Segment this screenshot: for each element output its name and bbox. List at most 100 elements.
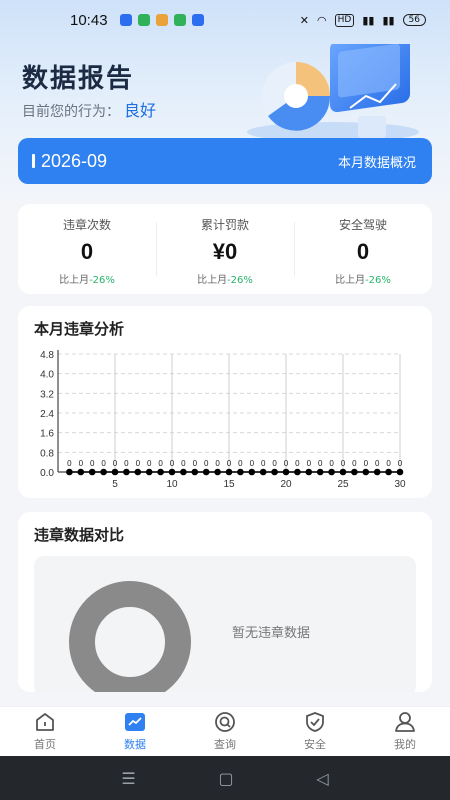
data-point [100,468,107,476]
status-bar: 10:43 ✕ ◠ HD ▮▮ ▮▮ 56 [0,0,450,40]
data-point [305,468,313,476]
data-point [66,468,73,476]
data-point [88,468,96,476]
x-tick-label: 15 [223,479,235,490]
menu-icon[interactable]: ☰ [121,769,135,788]
shield-check-icon [306,712,324,732]
data-label: 0 [170,459,175,468]
stat-label: 违章次数 [62,218,111,232]
data-point [351,468,358,476]
data-point [237,468,244,476]
data-label: 0 [352,459,357,468]
page-title: 数据报告 [22,64,135,94]
bottom-navigation: 首页 数据 查询 安全 我的 [0,706,450,756]
data-point [202,468,210,476]
y-tick-label: 1.6 [40,429,54,440]
data-label: 0 [250,459,255,468]
mute-icon: ✕ [299,13,310,27]
app-notification-icon [191,14,204,26]
data-label: 0 [158,459,163,468]
nav-item-safety[interactable]: 安全 [270,707,360,756]
behavior-value: 良好 [124,101,157,120]
data-label: 0 [295,459,300,468]
y-tick-label: 4.0 [40,370,54,381]
stat-value: 0 [80,239,94,264]
data-label: 0 [181,459,186,468]
nav-item-query[interactable]: 查询 [180,707,270,756]
data-point [225,468,233,476]
stats-summary-card: 违章次数 0 比上月-26% 累计罚款 ¥0 比上月-26% 安全驾驶 0 比上… [18,204,432,294]
data-label: 0 [79,459,84,468]
system-navigation-bar: ☰ ▢ ◁ [0,756,450,800]
data-point [168,468,176,476]
stat-value: 0 [356,239,370,264]
x-tick-label: 5 [112,479,118,490]
home-icon [36,713,54,731]
month-value: 2026-09 [41,150,108,171]
app-notification-icon [119,14,132,26]
data-label: 0 [147,459,152,468]
data-label: 0 [261,459,266,468]
stat-compare: 比上月-26% [197,271,253,286]
data-point [111,468,119,476]
stat-label: 累计罚款 [200,218,249,232]
back-icon[interactable]: ◁ [316,769,328,788]
month-indicator [32,154,35,168]
nav-item-profile[interactable]: 我的 [360,707,450,756]
violation-line-chart: 0.00.81.62.43.24.04.85 10 15 20 25 300 0 0 0 0 0 0 0… [40,350,406,490]
app-notification-icon [137,14,150,26]
data-point [316,468,324,476]
violation-analysis-card: 本月违章分析 0.0 0.8 1.6 2.4 3.2 4.0 4.8 5 10 15 20 25 30 0… [18,306,432,498]
nav-label: 查询 [214,738,236,751]
data-point [134,468,142,476]
month-overview-label: 本月数据概况 [337,155,416,171]
data-label: 0 [113,459,118,468]
compare-chart-area: 暂无违章数据 [34,556,416,692]
empty-state-text: 暂无违章数据 [232,626,311,641]
signal-icon: ▮▮ [382,13,395,27]
compare-label: 比上月 [59,275,90,286]
report-illustration-icon [247,44,419,142]
data-point [191,468,199,476]
data-label: 0 [227,459,232,468]
stat-safe-driving: 安全驾驶 0 比上月-26% [294,204,432,294]
nav-label: 安全 [304,738,326,751]
data-label: 0 [215,459,220,468]
stat-violation-count: 违章次数 0 比上月-26% [18,204,156,294]
empty-donut-chart [69,581,191,692]
month-selector[interactable]: 2026-09 本月数据概况 [18,138,432,184]
stat-label: 安全驾驶 [338,218,387,232]
home-square-icon[interactable]: ▢ [218,769,233,788]
data-label: 0 [124,459,129,468]
x-tick-label: 10 [166,479,178,490]
y-tick-label: 2.4 [40,409,54,420]
data-label: 0 [284,459,289,468]
data-label: 0 [386,459,391,468]
data-label: 0 [375,459,380,468]
data-point [123,468,130,476]
data-point [157,468,164,476]
data-label: 0 [318,459,323,468]
status-time: 10:43 [70,11,108,29]
data-label: 0 [136,459,141,468]
nav-item-data[interactable]: 数据 [90,707,180,756]
app-notification-icon [155,14,168,26]
y-tick-label: 3.2 [40,389,54,400]
compare-label: 比上月 [197,275,228,286]
signal-icon: ▮▮ [362,13,375,27]
data-label: 0 [90,459,95,468]
data-point [259,468,267,476]
data-point [248,468,256,476]
nav-item-home[interactable]: 首页 [0,707,90,756]
nav-label: 首页 [34,738,56,751]
data-point [294,468,301,476]
battery-icon: 56 [402,14,426,26]
data-point [339,468,347,476]
data-label: 0 [398,459,403,468]
data-point [328,468,335,476]
behavior-status: 目前您的行为： 良好 [22,97,156,121]
stat-value: ¥0 [212,239,238,264]
data-label: 0 [67,459,72,468]
y-tick-label: 0.8 [40,448,54,459]
x-tick-label: 25 [337,479,349,490]
